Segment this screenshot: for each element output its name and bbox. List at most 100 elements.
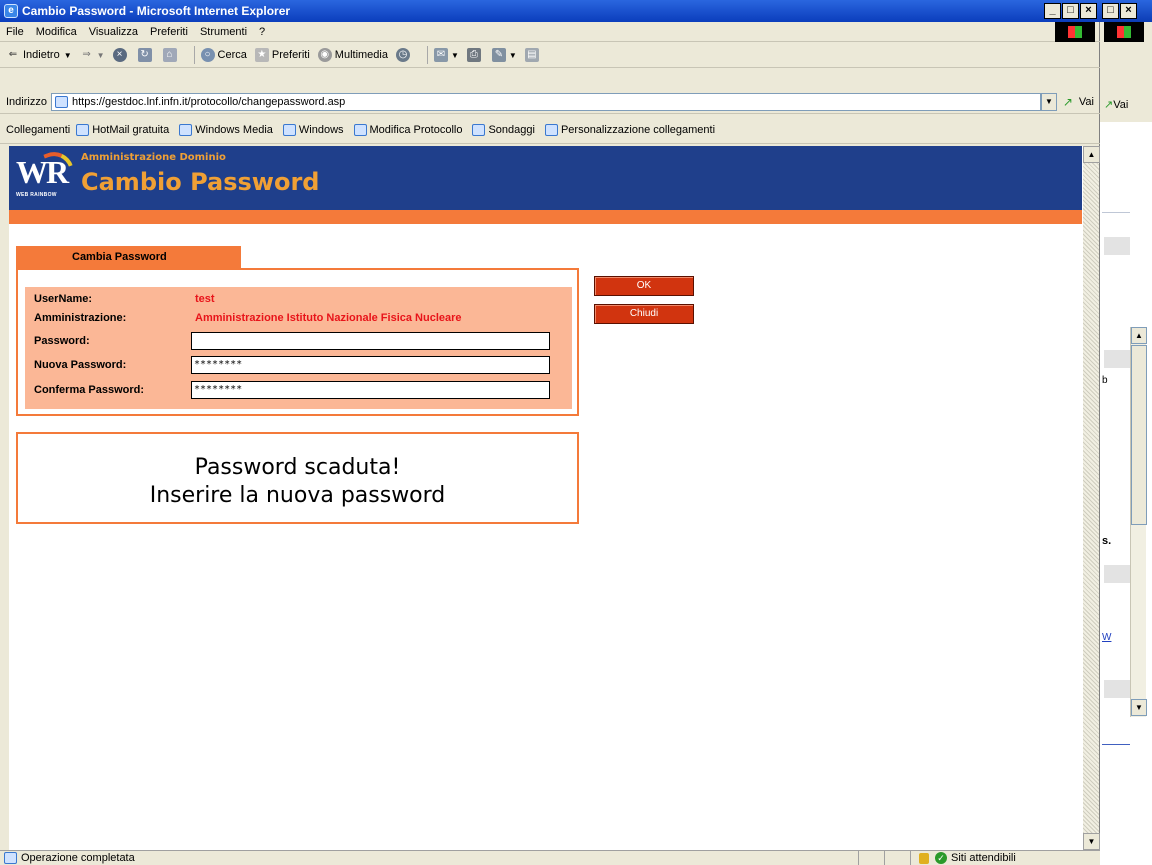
forward-button[interactable]: ⇒ ▼	[80, 48, 105, 62]
background-browser-window: □ × ↗Vai b s. W ▲ ▼	[1100, 0, 1152, 865]
mail-icon: ✉	[433, 48, 448, 62]
background-scroll-thumb[interactable]	[1131, 345, 1147, 525]
page-icon	[179, 123, 193, 136]
menu-help[interactable]: ?	[253, 26, 271, 38]
favorites-icon: ★	[254, 48, 269, 62]
scroll-down-icon[interactable]: ▼	[1083, 833, 1100, 850]
logo-subtitle: WEB RAINBOW	[16, 192, 57, 198]
maximize-button[interactable]: □	[1062, 3, 1079, 19]
scroll-up-icon[interactable]: ▲	[1131, 327, 1147, 344]
page-icon	[76, 123, 90, 136]
link-windows-media[interactable]: Windows Media	[179, 123, 273, 136]
page-icon	[282, 123, 296, 136]
title-bar: e Cambio Password - Microsoft Internet E…	[0, 0, 1100, 22]
address-input[interactable]: https://gestdoc.lnf.infn.it/protocollo/c…	[50, 92, 1041, 111]
logo-letters: WR	[16, 154, 69, 190]
background-block	[1104, 565, 1130, 583]
favorites-label: Preferiti	[271, 49, 310, 61]
search-label: Cerca	[217, 49, 247, 61]
address-dropdown-icon[interactable]: ▼	[1040, 92, 1057, 111]
close-button[interactable]: ×	[1080, 3, 1097, 19]
scroll-up-icon[interactable]: ▲	[1083, 146, 1100, 163]
favorites-button[interactable]: ★ Preferiti	[254, 48, 310, 62]
expired-password-message: Password scaduta! Inserire la nuova pass…	[16, 432, 579, 524]
scroll-down-icon[interactable]: ▼	[1131, 699, 1147, 716]
message-line-2: Inserire la nuova password	[149, 483, 446, 508]
username-value: test	[195, 293, 215, 305]
back-label: Indietro	[23, 49, 60, 61]
address-bar: Indirizzo https://gestdoc.lnf.infn.it/pr…	[0, 90, 1100, 114]
link-sondaggi[interactable]: Sondaggi	[472, 123, 535, 136]
administration-value: Amministrazione Istituto Nazionale Fisic…	[195, 312, 462, 324]
back-button[interactable]: ⇐ Indietro ▼	[6, 48, 72, 62]
go-arrow-icon: ↗	[1104, 99, 1114, 111]
background-text-fragment: s.	[1102, 535, 1112, 547]
tab-cambia-password[interactable]: Cambia Password	[16, 246, 241, 268]
link-label: Windows Media	[195, 123, 273, 136]
web-rainbow-logo: WR WEB RAINBOW	[16, 146, 73, 204]
mail-button[interactable]: ✉ ▼	[433, 48, 459, 62]
print-icon: ⎙	[466, 48, 481, 62]
address-url: https://gestdoc.lnf.infn.it/protocollo/c…	[71, 95, 346, 108]
background-divider	[1102, 212, 1130, 213]
refresh-button[interactable]: ↻	[137, 48, 155, 62]
search-icon: ○	[200, 48, 215, 62]
background-scrollbar[interactable]: ▲ ▼	[1130, 327, 1147, 717]
form-fields: UserName: test Amministrazione: Amminist…	[25, 287, 572, 409]
page-content: WR WEB RAINBOW Amministrazione Dominio C…	[9, 146, 1082, 850]
go-button[interactable]: ↗ Vai	[1063, 96, 1094, 108]
windows-logo-icon	[1055, 22, 1095, 42]
history-icon: ◷	[395, 48, 410, 62]
confirm-password-field[interactable]: ********	[191, 381, 550, 399]
search-button[interactable]: ○ Cerca	[200, 48, 247, 62]
password-form: UserName: test Amministrazione: Amminist…	[16, 268, 579, 416]
menu-visualizza[interactable]: Visualizza	[83, 26, 144, 38]
security-zone[interactable]: ✓ Siti attendibili	[910, 851, 1100, 865]
header-accent-bar	[9, 210, 1082, 224]
media-label: Multimedia	[334, 49, 388, 61]
browser-window: e Cambio Password - Microsoft Internet E…	[0, 0, 1100, 865]
background-go-button[interactable]: ↗Vai	[1104, 98, 1128, 111]
link-windows[interactable]: Windows	[282, 123, 344, 136]
background-block	[1104, 237, 1130, 255]
print-button[interactable]: ⎙	[466, 48, 484, 62]
new-password-field[interactable]: ********	[191, 356, 550, 374]
ok-button[interactable]: OK	[594, 276, 694, 296]
background-block	[1104, 350, 1130, 368]
media-button[interactable]: ◉ Multimedia	[317, 48, 388, 62]
minimize-button[interactable]: _	[1044, 3, 1061, 19]
menu-modifica[interactable]: Modifica	[30, 26, 83, 38]
link-personalizzazione[interactable]: Personalizzazione collegamenti	[544, 123, 716, 136]
page-icon	[4, 852, 17, 864]
refresh-icon: ↻	[137, 48, 152, 62]
background-maximize-button[interactable]: □	[1102, 3, 1119, 19]
trusted-sites-icon: ✓	[935, 852, 947, 864]
link-label: Personalizzazione collegamenti	[560, 123, 716, 136]
menu-bar: File Modifica Visualizza Preferiti Strum…	[0, 22, 1100, 42]
password-field[interactable]	[191, 332, 550, 350]
edit-button[interactable]: ✎ ▼	[491, 48, 517, 62]
go-arrow-icon: ↗	[1062, 94, 1073, 109]
menu-strumenti[interactable]: Strumenti	[194, 26, 253, 38]
link-modifica-protocollo[interactable]: Modifica Protocollo	[353, 123, 462, 136]
page-title: Cambio Password	[81, 168, 320, 196]
menu-preferiti[interactable]: Preferiti	[144, 26, 194, 38]
background-link-fragment[interactable]: W	[1102, 632, 1111, 643]
dropdown-arrow-icon[interactable]: ▼	[509, 51, 517, 60]
home-button[interactable]: ⌂	[162, 48, 180, 62]
link-label: Sondaggi	[488, 123, 535, 136]
close-form-button[interactable]: Chiudi	[594, 304, 694, 324]
link-hotmail[interactable]: HotMail gratuita	[76, 123, 169, 136]
discuss-icon: ▤	[524, 48, 539, 62]
dropdown-arrow-icon[interactable]: ▼	[97, 51, 105, 60]
stop-button[interactable]: ×	[112, 48, 130, 62]
discuss-button[interactable]: ▤	[524, 48, 542, 62]
dropdown-arrow-icon[interactable]: ▼	[451, 51, 459, 60]
background-close-button[interactable]: ×	[1120, 3, 1137, 19]
history-button[interactable]: ◷	[395, 48, 413, 62]
dropdown-arrow-icon[interactable]: ▼	[64, 51, 72, 60]
menu-file[interactable]: File	[0, 26, 30, 38]
message-line-1: Password scaduta!	[194, 455, 401, 480]
page-scrollbar[interactable]: ▲ ▼	[1082, 146, 1100, 850]
background-go-area: ↗Vai	[1100, 90, 1152, 122]
